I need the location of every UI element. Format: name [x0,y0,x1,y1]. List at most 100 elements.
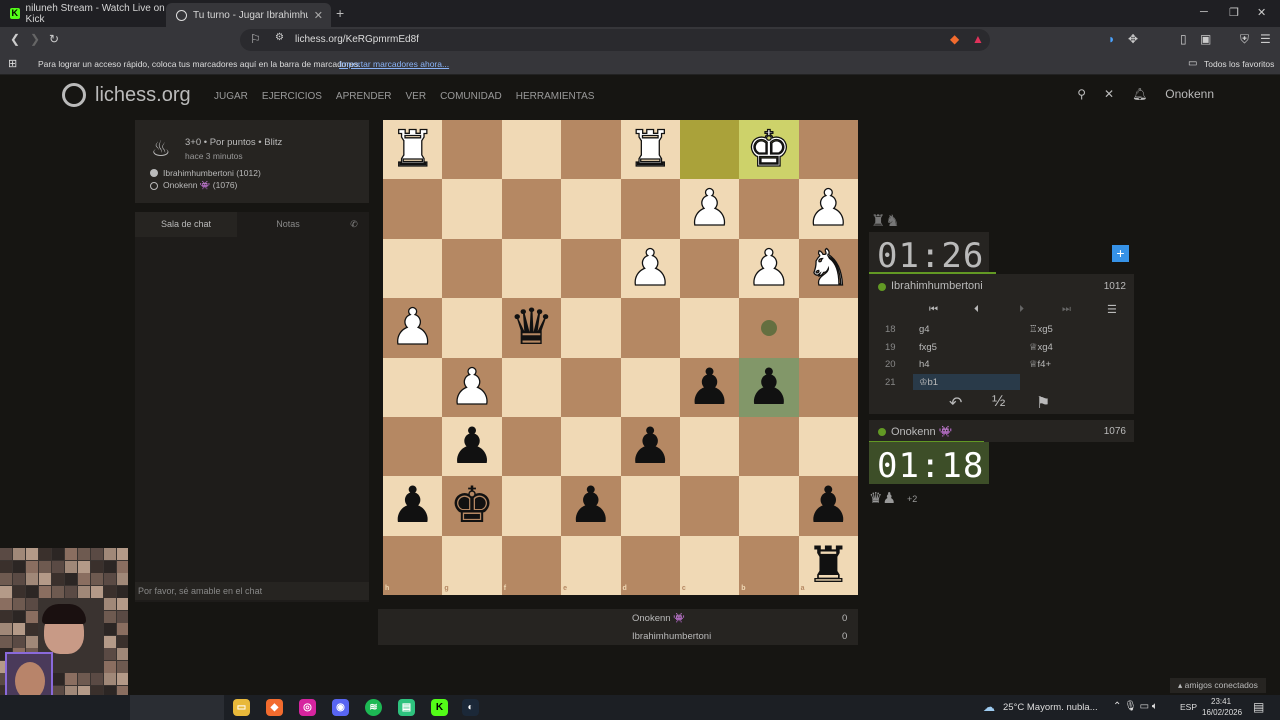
black-pawn-icon[interactable]: ♟ [442,417,501,476]
board-square[interactable] [679,120,740,180]
taskbar-search[interactable] [130,695,224,720]
board-square[interactable] [798,416,858,477]
board-square[interactable] [383,179,443,239]
black-king-icon[interactable]: ♚ [442,476,501,535]
board-square[interactable] [501,238,562,299]
board-square[interactable] [679,535,740,595]
nav-herramientas[interactable]: HERRAMIENTAS [516,91,595,102]
board-square[interactable] [383,416,443,477]
board-square[interactable] [620,298,680,358]
brave-shield-icon[interactable]: ◆ [950,32,959,46]
nav-comunidad[interactable]: COMUNIDAD [440,91,502,102]
player-white-name[interactable]: Ibrahimhumbertoni (1012) [163,168,261,178]
board-square[interactable] [501,416,562,477]
board-square[interactable] [798,298,858,358]
resign-flag-icon[interactable]: ⚑ [1036,393,1050,413]
black-rook-icon[interactable]: ♜ [799,536,858,595]
board-square[interactable] [620,476,680,536]
white-pawn-icon[interactable]: ♟ [383,297,442,357]
file-explorer-icon[interactable]: ▭ [233,699,250,716]
vpn-icon[interactable]: ⛨ [1240,32,1249,47]
back-icon[interactable]: ❮ [10,32,20,46]
board-square[interactable] [620,357,680,417]
board-square[interactable] [739,416,799,477]
move-destination-dot[interactable] [760,319,777,336]
close-icon[interactable]: ✕ [1104,87,1114,101]
black-pawn-icon[interactable]: ♟ [739,358,798,417]
discord-icon[interactable]: ◉ [332,699,349,716]
forward-icon[interactable]: ❯ [30,32,40,46]
white-rook-icon[interactable]: ♜ [621,119,680,179]
first-move-icon[interactable]: ⏮ [929,304,938,315]
board-square[interactable] [798,357,858,417]
chess-board[interactable]: ♜ ♜ ♚ ♟ ♟ ♟ ♟ ♞ ♟ ♛ ♟ ♟ ♟ ♟ ♟ ♟ ♚ ♟ ♟ ♜ h g f e d c b a 1 2 3 4 5 6 7 8 [383,119,858,595]
nav-ver[interactable]: VER [406,91,427,102]
white-knight-icon[interactable]: ♞ [799,238,858,298]
menu-icon[interactable]: ☰ [1107,303,1117,316]
site-logo[interactable]: lichess.org [62,83,191,107]
address-bar[interactable]: ⚐ ⚙ lichess.org/KeRGpmrmEd8f ◆ ▲ [240,29,990,51]
board-square[interactable] [561,416,621,477]
tray-icons[interactable]: ⌃ 🎙︎ ▭ 🔈︎ [1113,701,1158,712]
notification-center-icon[interactable]: ▤ [1253,700,1264,714]
board-square[interactable] [561,298,621,358]
black-pawn-icon[interactable]: ♟ [383,476,442,535]
player-black-name[interactable]: Onokenn 👾 (1076) [163,180,237,191]
board-square[interactable] [501,535,562,595]
board-square[interactable] [798,120,858,180]
board-square[interactable] [739,476,799,536]
player-bottom-name[interactable]: Onokenn 👾 [891,425,952,438]
reload-icon[interactable]: ↻ [49,32,59,46]
white-king-icon[interactable]: ♚ [739,119,798,179]
app-icon[interactable]: ▤ [398,699,415,716]
wallet-icon[interactable]: ▣ [1200,32,1211,46]
black-pawn-icon[interactable]: ♟ [621,417,680,476]
board-square[interactable] [501,120,562,180]
move-black[interactable]: ♖xg5 [1029,324,1053,335]
move-white[interactable]: h4 [919,359,930,370]
username[interactable]: Onokenn [1165,87,1214,101]
steam-icon[interactable]: ◐ [462,699,479,716]
black-pawn-icon[interactable]: ♟ [799,476,858,535]
board-square[interactable] [561,357,621,417]
tab-chat[interactable]: Sala de chat [135,212,237,237]
friends-online[interactable]: ▴ amigos conectados [1170,678,1266,693]
instagram-icon[interactable]: ◎ [299,699,316,716]
board-square[interactable] [442,179,502,239]
white-rook-icon[interactable]: ♜ [383,119,442,179]
chat-input[interactable]: Por favor, sé amable en el chat [135,582,369,600]
board-square[interactable] [501,357,562,417]
restore-icon[interactable]: ❐ [1229,6,1239,19]
prev-move-icon[interactable]: ⏴ [974,304,979,315]
clock-date[interactable]: 16/02/2026 [1202,708,1242,717]
board-square[interactable] [561,535,621,595]
add-time-button[interactable]: + [1112,245,1129,262]
board-square[interactable] [501,179,562,239]
white-pawn-icon[interactable]: ♟ [442,357,501,417]
takeback-icon[interactable]: ↶ [949,393,962,413]
draw-offer-icon[interactable]: ½ [992,393,1005,411]
board-square[interactable] [383,357,443,417]
player-top-name[interactable]: Ibrahimhumbertoni [891,280,983,292]
nav-aprender[interactable]: APRENDER [336,91,392,102]
black-queen-icon[interactable]: ♛ [502,298,561,357]
board-square[interactable] [679,416,740,477]
board-square[interactable] [561,179,621,239]
board-square[interactable] [561,238,621,299]
search-icon[interactable]: ⚲ [1077,87,1086,101]
next-move-icon[interactable]: ⏵ [1019,304,1024,315]
move-white[interactable]: g4 [919,324,930,335]
menu-icon[interactable]: ☰ [1260,32,1271,46]
board-square[interactable] [561,120,621,180]
board-square[interactable] [442,535,502,595]
board-square[interactable] [501,476,562,536]
board-square[interactable] [739,179,799,239]
tab-notes[interactable]: Notas [237,212,339,237]
white-pawn-icon[interactable]: ♟ [680,179,739,238]
move-black[interactable]: ♕xg4 [1029,342,1053,353]
minimize-icon[interactable]: ─ [1200,6,1208,18]
brave-rewards-icon[interactable]: ▲ [972,32,984,46]
board-square[interactable] [679,238,740,299]
language[interactable]: ESP [1180,702,1197,712]
sidebar-icon[interactable]: ▯ [1180,32,1187,46]
